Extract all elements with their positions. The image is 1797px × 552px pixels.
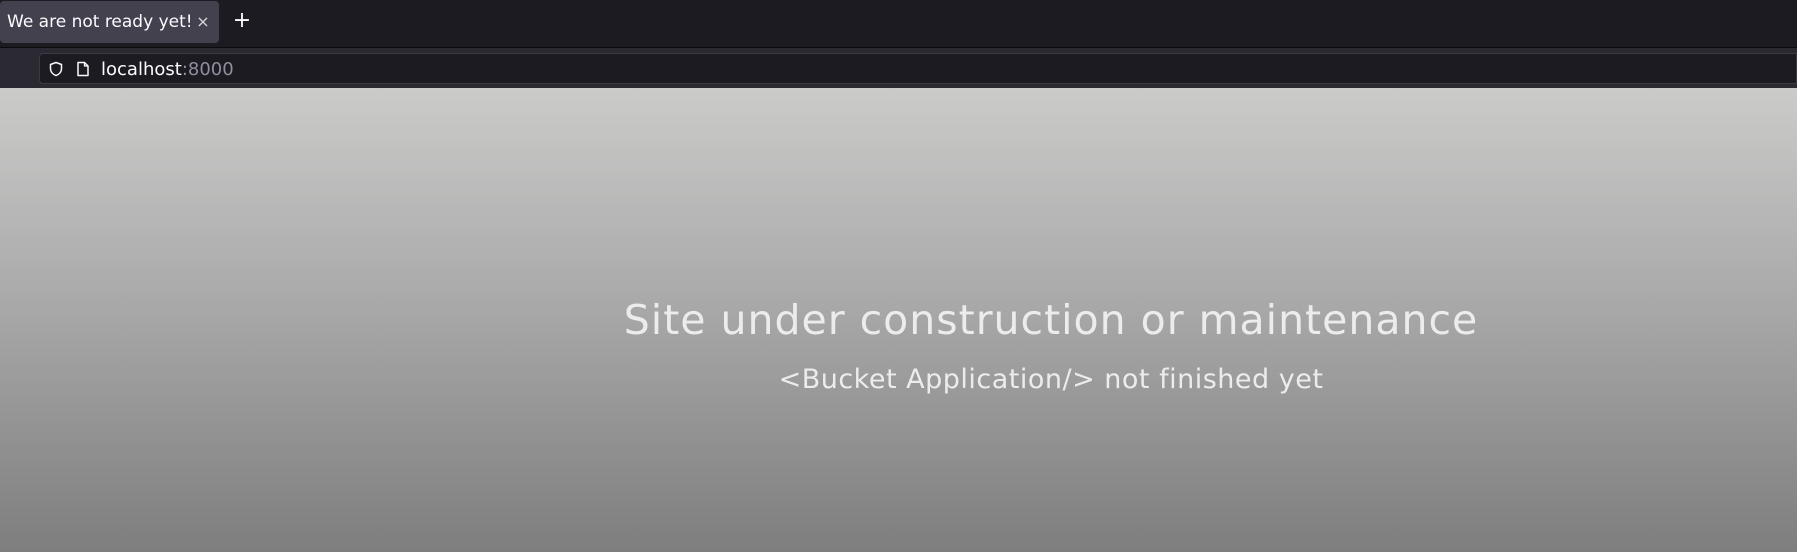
- url-host: localhost: [101, 59, 182, 80]
- close-icon[interactable]: ×: [196, 12, 210, 32]
- page-icon[interactable]: [76, 61, 90, 77]
- tab-title: We are not ready yet!: [7, 12, 193, 32]
- tab-strip: We are not ready yet! × +: [0, 0, 1797, 47]
- shield-icon[interactable]: [48, 61, 64, 77]
- navigation-toolbar: localhost:8000: [0, 47, 1797, 88]
- url-text[interactable]: localhost:8000: [101, 59, 234, 80]
- page-headline: Site under construction or maintenance: [623, 296, 1479, 344]
- page-content: Site under construction or maintenance <…: [0, 88, 1797, 552]
- new-tab-button[interactable]: +: [231, 9, 253, 33]
- page-subline: <Bucket Application/> not finished yet: [778, 364, 1324, 395]
- url-bar[interactable]: localhost:8000: [39, 53, 1797, 84]
- url-port: :8000: [181, 59, 234, 80]
- tab-active[interactable]: We are not ready yet! ×: [0, 1, 219, 43]
